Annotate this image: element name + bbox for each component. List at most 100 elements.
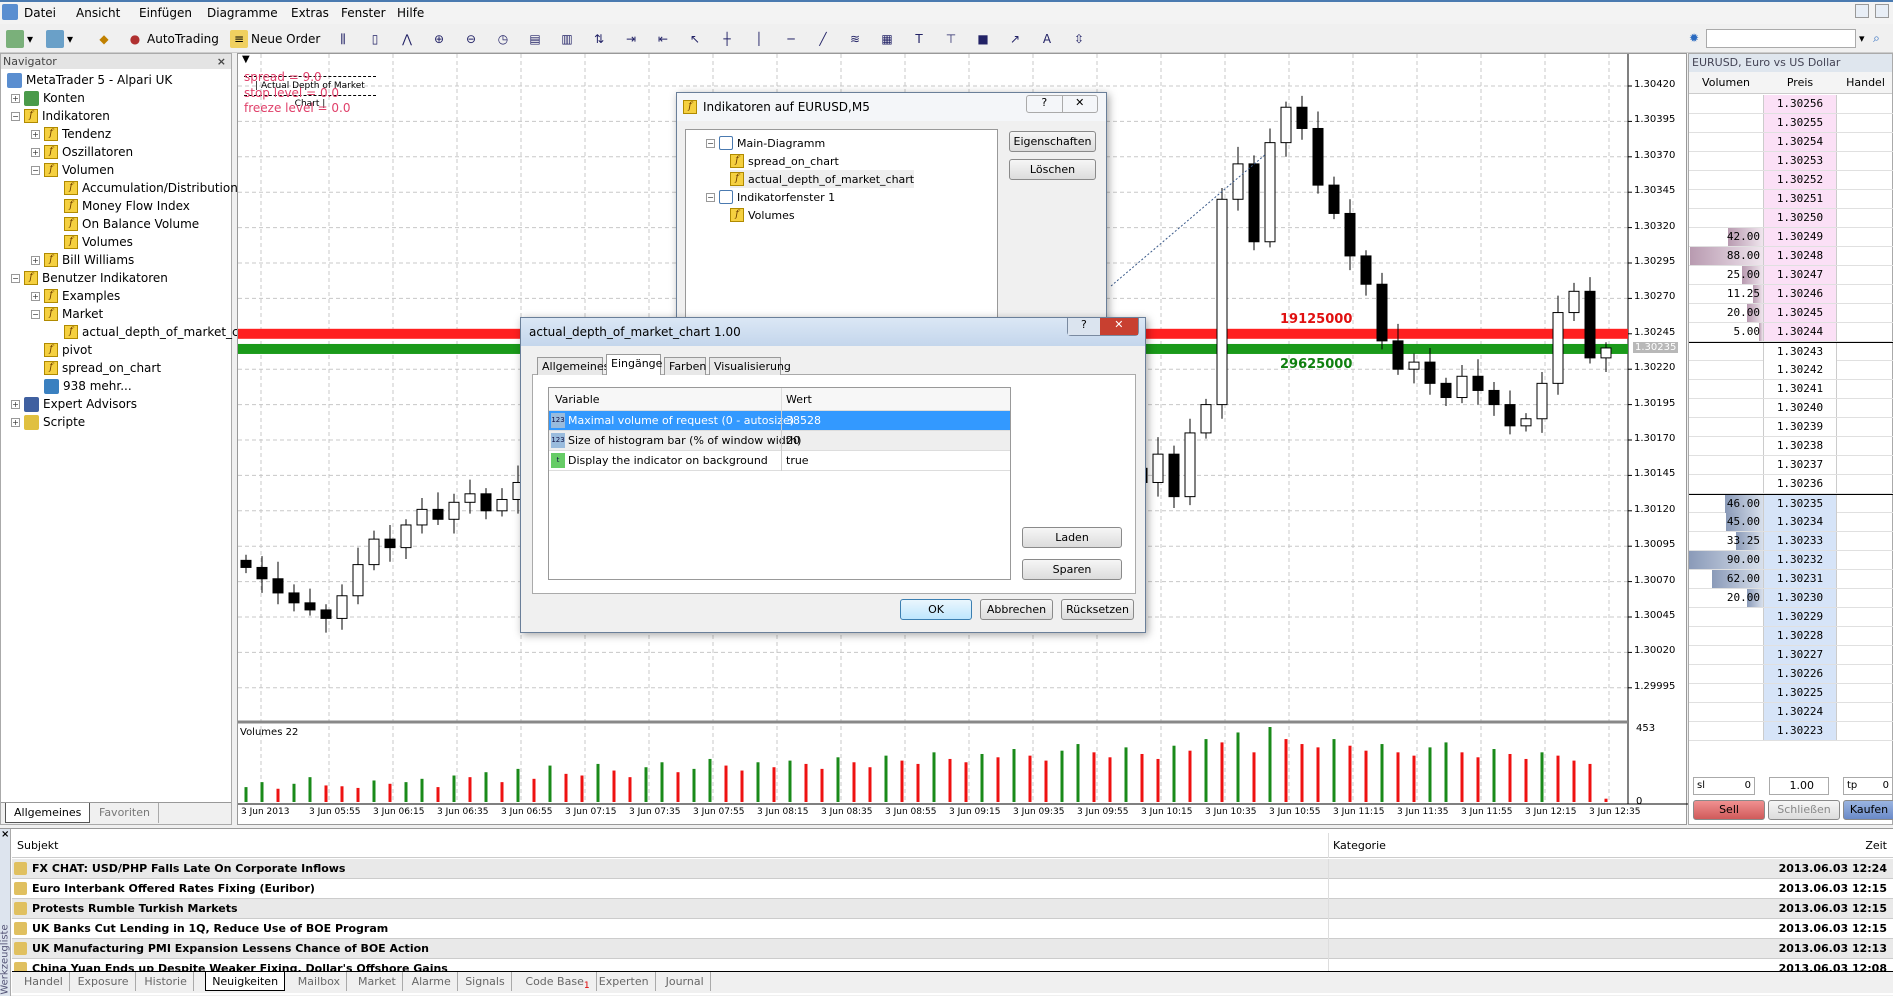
symbol-search-input[interactable] <box>1706 28 1856 48</box>
help-button[interactable]: ? <box>1068 318 1100 335</box>
tab-experten[interactable]: Experten <box>593 972 656 991</box>
text-icon[interactable]: T <box>908 30 930 48</box>
help-button[interactable]: ? <box>1027 96 1062 112</box>
dom-row[interactable]: 1.30254 <box>1689 133 1893 152</box>
dom-row[interactable]: 90.00 1.30232 <box>1689 551 1893 570</box>
font-text-icon[interactable]: A <box>1036 30 1058 48</box>
dom-row[interactable]: 1.30241 <box>1689 380 1893 399</box>
dom-row[interactable]: 1.30242 <box>1689 361 1893 380</box>
nav-item[interactable]: + f Bill Williams <box>31 251 134 269</box>
indicator-tree-item[interactable]: f actual_depth_of_market_chart <box>730 170 915 188</box>
expand-toggle-icon[interactable]: + <box>31 255 40 265</box>
trend-line-icon[interactable]: ╱ <box>812 30 834 48</box>
bar-chart-icon[interactable]: ⫼ <box>332 30 354 48</box>
dom-row[interactable]: 25.00 1.30247 <box>1689 266 1893 285</box>
input-row[interactable]: 123 Maximal volume of request (0 - autosi… <box>549 411 1010 431</box>
expand-toggle-icon[interactable]: + <box>11 417 20 427</box>
cursor-icon[interactable]: ↖ <box>684 30 706 48</box>
dom-row[interactable]: 45.00 1.30234 <box>1689 513 1893 532</box>
dom-row[interactable]: 1.30238 <box>1689 437 1893 456</box>
indicator-tree-item[interactable]: − Main-Diagramm <box>706 134 825 152</box>
autotrading-button[interactable]: ● AutoTrading <box>126 28 219 50</box>
nav-item[interactable]: 938 mehr... <box>31 377 132 395</box>
tab-visualisierung[interactable]: Visualisierung <box>709 357 791 375</box>
close-icon[interactable]: × <box>1 829 9 840</box>
nav-item[interactable]: MetaTrader 5 - Alpari UK <box>7 71 172 89</box>
expand-toggle-icon[interactable]: + <box>11 399 20 409</box>
save-button[interactable]: Sparen <box>1022 559 1122 580</box>
menu-extras[interactable]: Extras <box>291 6 329 20</box>
arrow-icon[interactable]: ↗ <box>1004 30 1026 48</box>
nav-item[interactable]: + Expert Advisors <box>11 395 137 413</box>
dom-row[interactable]: 1.30223 <box>1689 722 1893 741</box>
dom-row[interactable]: 1.30224 <box>1689 703 1893 722</box>
col-subjekt[interactable]: Subjekt <box>17 833 58 858</box>
dom-row[interactable]: 1.30252 <box>1689 171 1893 190</box>
lot-stepper[interactable]: 1.00 <box>1769 777 1829 795</box>
buy-button[interactable]: Kaufen <box>1843 800 1893 820</box>
dom-row[interactable]: 11.25 1.30246 <box>1689 285 1893 304</box>
dom-row[interactable]: 20.00 1.30245 <box>1689 304 1893 323</box>
settings-gear-icon[interactable]: ✹ <box>1685 29 1703 47</box>
menu-ansicht[interactable]: Ansicht <box>76 6 120 20</box>
col-kategorie[interactable]: Kategorie <box>1328 833 1386 858</box>
dom-row[interactable]: 5.00 1.30244 <box>1689 323 1893 342</box>
search-icon[interactable]: ⌕ <box>1868 29 1886 47</box>
tab-eingänge[interactable]: Eingänge <box>606 354 662 375</box>
dom-row[interactable]: 1.30251 <box>1689 190 1893 209</box>
expand-toggle-icon[interactable]: − <box>11 111 20 121</box>
crosshair-icon[interactable]: ┼ <box>716 30 738 48</box>
line-chart-icon[interactable]: ⋀ <box>396 30 418 48</box>
dropdown-icon[interactable]: ▾ <box>27 32 33 46</box>
nav-item[interactable]: − f Volumen <box>31 161 114 179</box>
nav-item[interactable]: f On Balance Volume <box>51 215 199 233</box>
nav-item[interactable]: − f Benutzer Indikatoren <box>11 269 168 287</box>
load-button[interactable]: Laden <box>1022 527 1122 548</box>
delete-button[interactable]: Löschen <box>1009 159 1096 180</box>
auto-scroll-icon[interactable]: ⇅ <box>588 30 610 48</box>
close-button[interactable]: ✕ <box>1099 318 1138 335</box>
expand-toggle-icon[interactable]: + <box>11 93 20 103</box>
reset-button[interactable]: Rücksetzen <box>1061 599 1134 620</box>
chart-shift-icon[interactable]: ▤ <box>524 30 546 48</box>
profiles-icon[interactable] <box>46 30 64 48</box>
collapse-toggle-icon[interactable]: − <box>706 192 715 202</box>
nav-item[interactable]: f Accumulation/Distribution <box>51 179 238 197</box>
vertical-line-icon[interactable]: │ <box>748 30 770 48</box>
input-value[interactable]: 20 <box>781 431 1010 451</box>
expand-toggle-icon[interactable]: − <box>31 165 40 175</box>
sell-button[interactable]: Sell <box>1693 800 1765 820</box>
expand-toggle-icon[interactable]: + <box>31 129 40 139</box>
rectangle-icon[interactable]: ■ <box>972 30 994 48</box>
tab-allgemeines[interactable]: Allgemeines <box>5 803 91 823</box>
dom-row[interactable]: 88.00 1.30248 <box>1689 247 1893 266</box>
tab-exposure[interactable]: Exposure <box>72 972 136 991</box>
indicator-tree-item[interactable]: f spread_on_chart <box>730 152 839 170</box>
dom-row[interactable]: 1.30226 <box>1689 665 1893 684</box>
nav-item[interactable]: f Money Flow Index <box>51 197 190 215</box>
dom-row[interactable]: 1.30236 <box>1689 475 1893 494</box>
zoom-out-icon[interactable]: ⊖ <box>460 30 482 48</box>
nav-item[interactable]: − f Indikatoren <box>11 107 110 125</box>
nav-item[interactable]: + Konten <box>11 89 85 107</box>
expand-toggle-icon[interactable]: + <box>31 291 40 301</box>
dom-row[interactable]: 1.30239 <box>1689 418 1893 437</box>
dom-row[interactable]: 1.30255 <box>1689 114 1893 133</box>
dom-row[interactable]: 33.25 1.30233 <box>1689 532 1893 551</box>
restore-button[interactable] <box>1875 4 1889 18</box>
dom-row[interactable]: 1.30250 <box>1689 209 1893 228</box>
menu-datei[interactable]: Datei <box>24 6 56 20</box>
dom-row[interactable]: 1.30229 <box>1689 608 1893 627</box>
menu-diagramme[interactable]: Diagramme <box>207 6 278 20</box>
templates-icon[interactable]: ▥ <box>556 30 578 48</box>
market-watch-icon[interactable]: ◆ <box>95 30 113 48</box>
dropdown-icon[interactable]: ▾ <box>1859 32 1865 45</box>
dom-row[interactable]: 20.00 1.30230 <box>1689 589 1893 608</box>
input-value[interactable]: 38528 <box>781 411 1010 431</box>
tab-allgemeines[interactable]: Allgemeines <box>537 357 609 375</box>
dom-row[interactable]: 1.30240 <box>1689 399 1893 418</box>
dom-row[interactable]: 1.30253 <box>1689 152 1893 171</box>
expand-toggle-icon[interactable]: − <box>31 309 40 319</box>
menu-fenster[interactable]: Fenster <box>341 6 386 20</box>
chart-menu-triangle-icon[interactable]: ▼ <box>242 54 250 65</box>
